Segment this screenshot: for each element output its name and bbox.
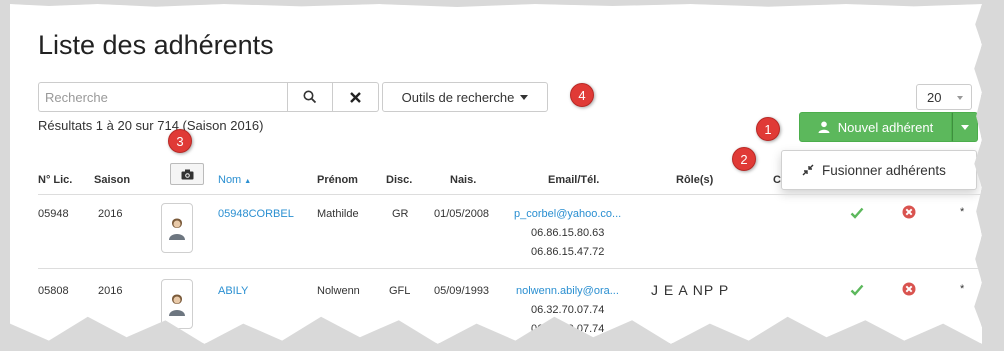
new-member-button-group: Nouvel adhérent — [799, 112, 978, 142]
row-phone: 06.32.70.07.74 — [531, 323, 605, 335]
person-icon — [169, 218, 185, 240]
row-email-link[interactable]: nolwenn.abily@ora... — [516, 285, 619, 297]
row-phone: 06.32.70.07.74 — [531, 304, 605, 316]
header-extra: C — [773, 174, 781, 186]
avatar — [161, 203, 193, 253]
photo-toggle-button[interactable] — [170, 163, 204, 185]
sort-asc-icon: ▲ — [244, 178, 252, 185]
per-page-value: 20 — [927, 89, 942, 105]
page-title: Liste des adhérents — [38, 30, 274, 60]
chevron-down-icon — [961, 124, 969, 130]
clear-search-button[interactable] — [333, 82, 379, 112]
row-phone: 06.86.15.80.63 — [531, 227, 605, 239]
search-input[interactable] — [38, 82, 287, 112]
row-firstname: Mathilde — [317, 208, 359, 220]
row-discipline: GFL — [389, 285, 411, 297]
row-discipline: GR — [392, 208, 409, 220]
delete-icon[interactable] — [902, 205, 916, 219]
search-bar — [38, 82, 379, 112]
camera-icon — [181, 169, 193, 179]
callout-badge-2: 2 — [732, 147, 756, 171]
header-firstname: Prénom — [317, 174, 358, 186]
row-marker: * — [960, 206, 965, 218]
results-summary: Résultats 1 à 20 sur 714 (Saison 2016) — [38, 118, 264, 133]
row-phone: 06.86.15.47.72 — [531, 246, 605, 258]
user-icon — [818, 121, 830, 133]
row-license: 05948 — [38, 208, 69, 220]
per-page-select[interactable]: 20 — [916, 84, 972, 110]
compress-icon — [802, 164, 814, 176]
header-contact: Email/Tél. — [548, 174, 600, 186]
row-firstname: Nolwenn — [317, 285, 360, 297]
row-birthdate: 05/09/1993 — [434, 285, 490, 297]
person-icon — [169, 294, 185, 316]
row-license: 05808 — [38, 285, 69, 297]
callout-badge-3: 3 — [168, 129, 192, 153]
new-member-button[interactable]: Nouvel adhérent — [799, 112, 952, 142]
header-divider — [38, 194, 982, 195]
merge-members-label: Fusionner adhérents — [822, 162, 946, 178]
search-tools-label: Outils de recherche — [401, 89, 515, 105]
row-email-link[interactable]: p_corbel@yahoo.co... — [514, 208, 621, 220]
chevron-down-icon — [520, 94, 529, 100]
header-discipline: Disc. — [386, 174, 413, 186]
row-season: 2016 — [98, 208, 123, 220]
row-season: 2016 — [98, 285, 123, 297]
row-roles: J E A NP P — [651, 282, 730, 298]
search-icon — [303, 90, 317, 104]
search-tools-button[interactable]: Outils de recherche — [382, 82, 548, 112]
header-roles: Rôle(s) — [676, 174, 714, 186]
header-name-sort[interactable]: Nom ▲ — [218, 174, 251, 186]
chevron-down-icon — [957, 96, 963, 100]
new-member-label: Nouvel adhérent — [837, 119, 934, 135]
avatar — [161, 279, 193, 329]
check-icon[interactable] — [850, 207, 864, 219]
new-member-dropdown-toggle[interactable] — [952, 112, 978, 142]
check-icon[interactable] — [850, 284, 864, 296]
header-license-number: N° Lic. — [38, 174, 73, 186]
search-button[interactable] — [287, 82, 333, 112]
row-marker: * — [960, 283, 965, 295]
row-divider — [38, 268, 982, 269]
header-season: Saison — [94, 174, 131, 186]
delete-icon[interactable] — [902, 282, 916, 296]
row-birthdate: 01/05/2008 — [434, 208, 490, 220]
row-name-link[interactable]: ABILY — [218, 285, 248, 297]
merge-members-menu-item[interactable]: Fusionner adhérents — [781, 150, 977, 190]
page-card: Liste des adhérents Outils de recherche … — [10, 4, 982, 344]
header-name: Nom — [218, 174, 242, 186]
callout-badge-4: 4 — [570, 83, 594, 107]
header-birthdate: Nais. — [450, 174, 477, 186]
row-name-link[interactable]: 05948CORBEL — [218, 208, 294, 220]
callout-badge-1: 1 — [756, 117, 780, 141]
close-icon — [350, 91, 361, 103]
